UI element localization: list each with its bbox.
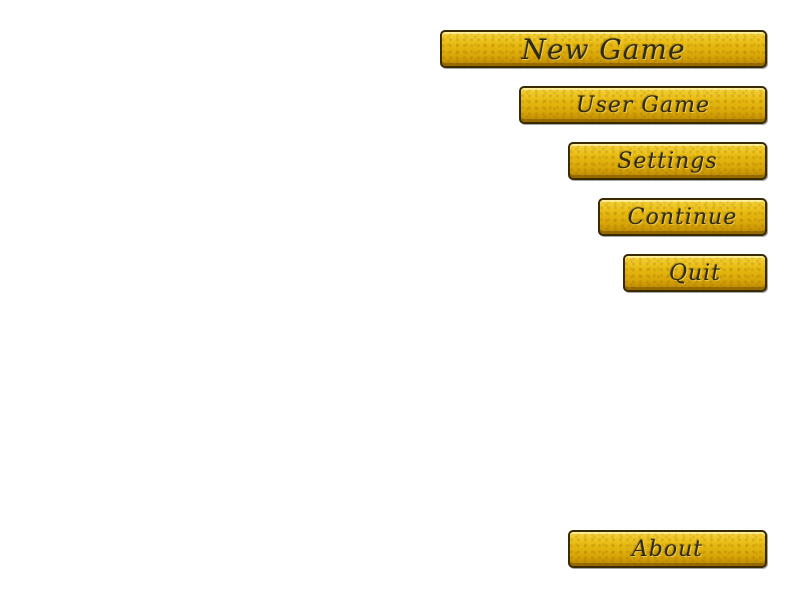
- about-button[interactable]: About: [568, 530, 767, 568]
- new-game-button[interactable]: New Game: [440, 30, 767, 68]
- new-game-label: New Game: [521, 32, 686, 66]
- quit-label: Quit: [668, 260, 722, 286]
- quit-button[interactable]: Quit: [623, 254, 767, 292]
- user-game-label: User Game: [576, 92, 710, 118]
- continue-button[interactable]: Continue: [598, 198, 767, 236]
- continue-label: Continue: [627, 204, 738, 230]
- settings-label: Settings: [617, 148, 718, 174]
- settings-button[interactable]: Settings: [568, 142, 767, 180]
- user-game-button[interactable]: User Game: [519, 86, 767, 124]
- about-label: About: [631, 536, 704, 562]
